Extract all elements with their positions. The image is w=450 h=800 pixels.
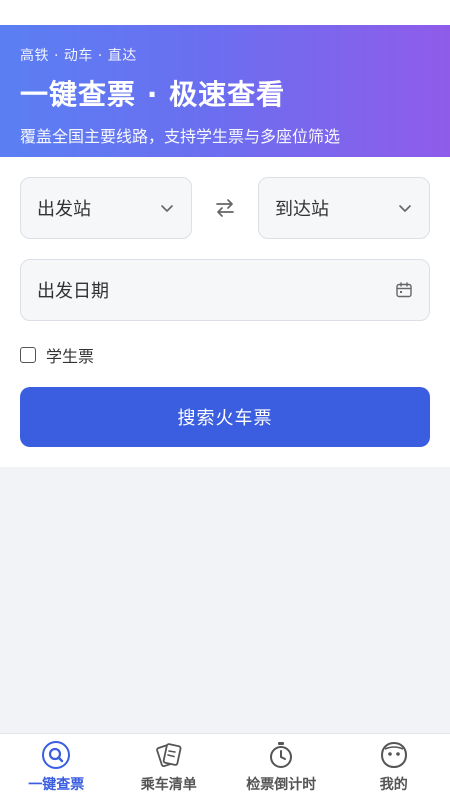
to-station-select[interactable]: 到达站 [258,177,430,239]
tab-label: 我的 [379,777,408,793]
tab-quick-search[interactable]: 一键查票 [0,734,113,800]
chevron-down-icon [399,205,411,212]
hero-banner: 高铁 · 动车 · 直达 一键查票 · 极速查看 覆盖全国主要线路，支持学生票与… [0,25,450,157]
tab-label: 检票倒计时 [246,777,317,793]
search-form: 出发站 到达站 出发日期 学生票 搜索火车票 [0,157,450,467]
stopwatch-icon [270,742,293,768]
to-station-label: 到达站 [275,199,329,220]
from-station-label: 出发站 [37,199,91,220]
swap-arrows-icon [216,199,234,217]
tab-check-in-countdown[interactable]: 检票倒计时 [225,734,338,800]
ticket-list-icon [155,743,182,768]
departure-date-field[interactable]: 出发日期 [20,259,430,321]
student-ticket-label: 学生票 [46,347,95,366]
hero-subtitle: 覆盖全国主要线路，支持学生票与多座位筛选 [20,127,341,146]
status-bar-area [0,0,450,25]
departure-date-label: 出发日期 [37,281,109,302]
tab-label: 一键查票 [28,777,85,793]
calendar-icon [396,282,412,298]
station-row: 出发站 到达站 [20,177,430,239]
swap-stations-button[interactable] [205,188,245,228]
search-trains-button[interactable]: 搜索火车票 [20,387,430,447]
student-ticket-checkbox[interactable] [20,347,36,363]
search-icon [42,741,71,769]
chevron-down-icon [161,205,173,212]
from-station-select[interactable]: 出发站 [20,177,192,239]
tab-label: 乘车清单 [140,777,197,793]
hero-tags: 高铁 · 动车 · 直达 [20,48,137,64]
student-ticket-option[interactable]: 学生票 [20,343,430,367]
hero-title: 一键查票 · 极速查看 [20,78,286,111]
profile-face-icon [380,741,407,769]
tab-ride-list[interactable]: 乘车清单 [113,734,226,800]
bottom-tab-bar: 一键查票 乘车清单 检票倒计时 我的 [0,733,450,800]
tab-profile[interactable]: 我的 [338,734,450,800]
